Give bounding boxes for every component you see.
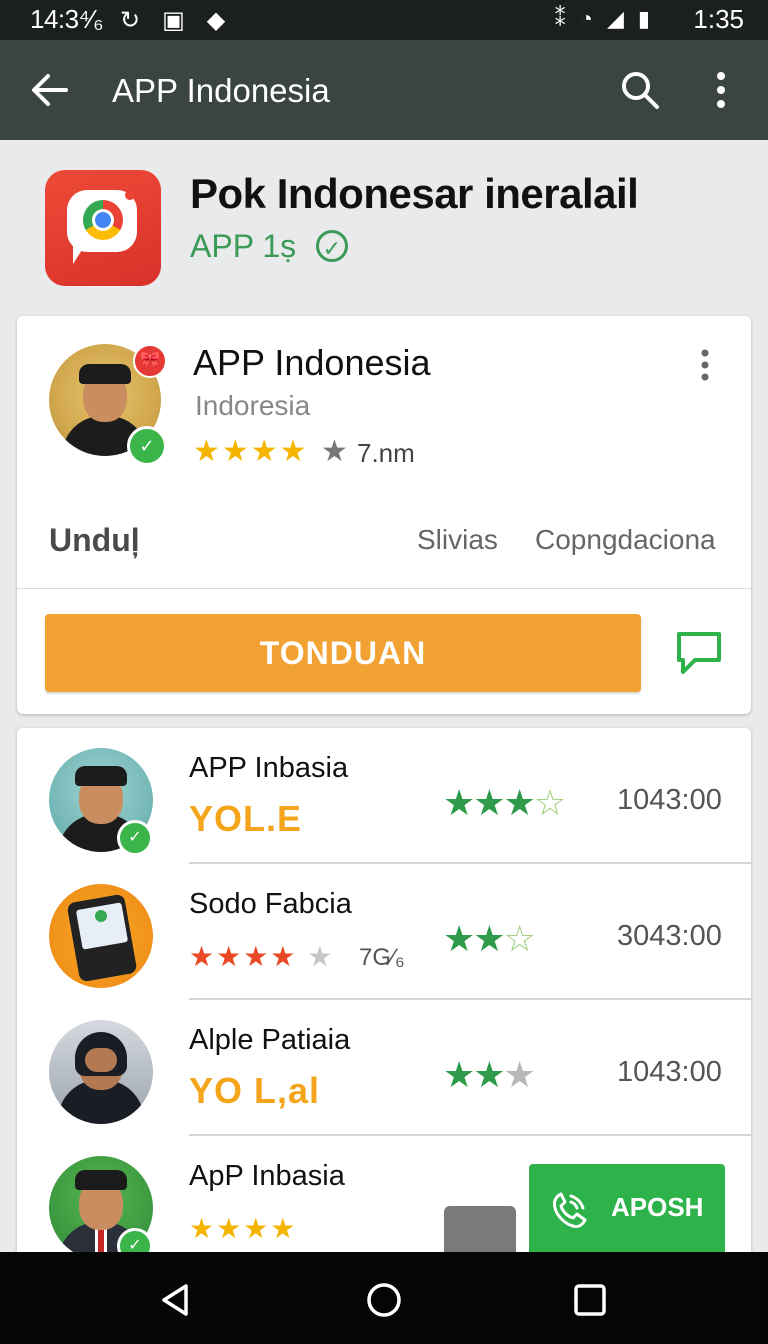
recents-nav-icon[interactable]: [570, 1280, 610, 1320]
list-item-percent: 7G⁄₆: [359, 944, 405, 971]
verified-badge-icon: ✓: [117, 820, 153, 856]
status-bar: 14:3⁴⁄₆ ↻ ▣ ◆ ⁑ ◔ ◢ ▮ 1:35: [0, 0, 768, 40]
rating-stars: ★★★☆: [443, 782, 566, 823]
back-nav-icon[interactable]: [156, 1280, 196, 1320]
list-item-name: Sodo Fabcia: [189, 888, 352, 920]
developer-card: 🎀 ✓ APP Indonesia Indoresia ★★★★ ★ 7.nm …: [17, 316, 751, 714]
status-left-icons: ↻ ▣ ◆: [120, 6, 225, 35]
list-item-tag: YOL.E: [189, 798, 303, 839]
app-subtitle: APP 1ṣ: [190, 228, 297, 264]
overflow-menu-icon[interactable]: [706, 70, 736, 110]
tab-related[interactable]: Copngdaciona: [535, 524, 716, 556]
wifi-icon: ◔: [579, 6, 593, 31]
tab-reviews[interactable]: Slivias: [417, 524, 498, 556]
app-title: Pok Indonesar ineralail: [190, 170, 639, 217]
tab-download[interactable]: Unduļ: [49, 522, 140, 559]
status-clock: 1:35: [693, 4, 744, 34]
battery-icon: ▮: [637, 6, 650, 31]
signal-icon: ◢: [606, 6, 624, 31]
rating-stars: ★★★: [443, 1054, 536, 1095]
app-bar-title: APP Indonesia: [112, 72, 330, 109]
list-item-name: ApP Inbasia: [189, 1160, 345, 1192]
status-right-icons: ⁑ ◔ ◢ ▮: [555, 6, 650, 32]
app-bar: APP Indonesia: [0, 40, 768, 140]
list-item-tag: YO L,al: [189, 1070, 321, 1111]
list-item[interactable]: Alple Patiaia YO L,al ★★★ 1043:00: [17, 1000, 751, 1136]
avatar: [49, 1020, 153, 1124]
app-icon: [45, 170, 161, 286]
list-item[interactable]: Sodo Fabcia ★★★★ ★ 7G⁄₆ ★★☆ 3043:00: [17, 864, 751, 1000]
list-item-value: 1043:00: [617, 1056, 722, 1088]
status-time: 14:3⁴⁄₆: [30, 4, 104, 34]
sync-icon: ↻: [120, 7, 141, 34]
vibrate-icon: ⁑: [554, 6, 566, 31]
developer-subtitle: Indoresia: [195, 390, 311, 421]
navigation-bar: [0, 1252, 768, 1344]
verified-check-icon: ✓: [316, 230, 348, 262]
list-item-name: Alple Patiaia: [189, 1024, 351, 1056]
chat-icon[interactable]: [673, 628, 725, 676]
list-item-value: 3043:00: [617, 920, 722, 952]
card-menu-icon[interactable]: [697, 348, 713, 382]
sim-icon: ▣: [162, 7, 185, 34]
back-arrow-icon[interactable]: [30, 68, 70, 112]
home-nav-icon[interactable]: [364, 1280, 404, 1320]
install-button[interactable]: APOSH: [529, 1164, 725, 1256]
list-item[interactable]: ✓ APP Inbasia YOL.E ★★★☆ 1043:00: [17, 728, 751, 864]
phone-wave-icon: [553, 1192, 587, 1228]
developer-name: APP Indonesia: [193, 342, 431, 383]
verified-badge-icon: ✓: [127, 426, 167, 466]
list-item-name: APP Inbasia: [189, 752, 349, 784]
rating-stars: ★★☆: [443, 918, 536, 959]
install-button-label: APOSH: [611, 1192, 704, 1222]
search-icon[interactable]: [620, 70, 660, 110]
small-rating-stars: ★★★★: [189, 1213, 298, 1244]
divider: [17, 588, 751, 589]
avatar: [49, 884, 153, 988]
small-rating-stars: ★★★★ ★: [189, 941, 335, 972]
primary-action-button[interactable]: TONDUAN: [45, 614, 641, 692]
rating-stars: ★★★★: [193, 435, 309, 468]
rating-count: 7.nm: [357, 438, 415, 468]
ribbon-badge-icon: 🎀: [133, 344, 167, 378]
dot-icon: ◆: [206, 7, 226, 34]
half-star-icon: ★: [321, 435, 348, 468]
list-item-value: 1043:00: [617, 784, 722, 816]
